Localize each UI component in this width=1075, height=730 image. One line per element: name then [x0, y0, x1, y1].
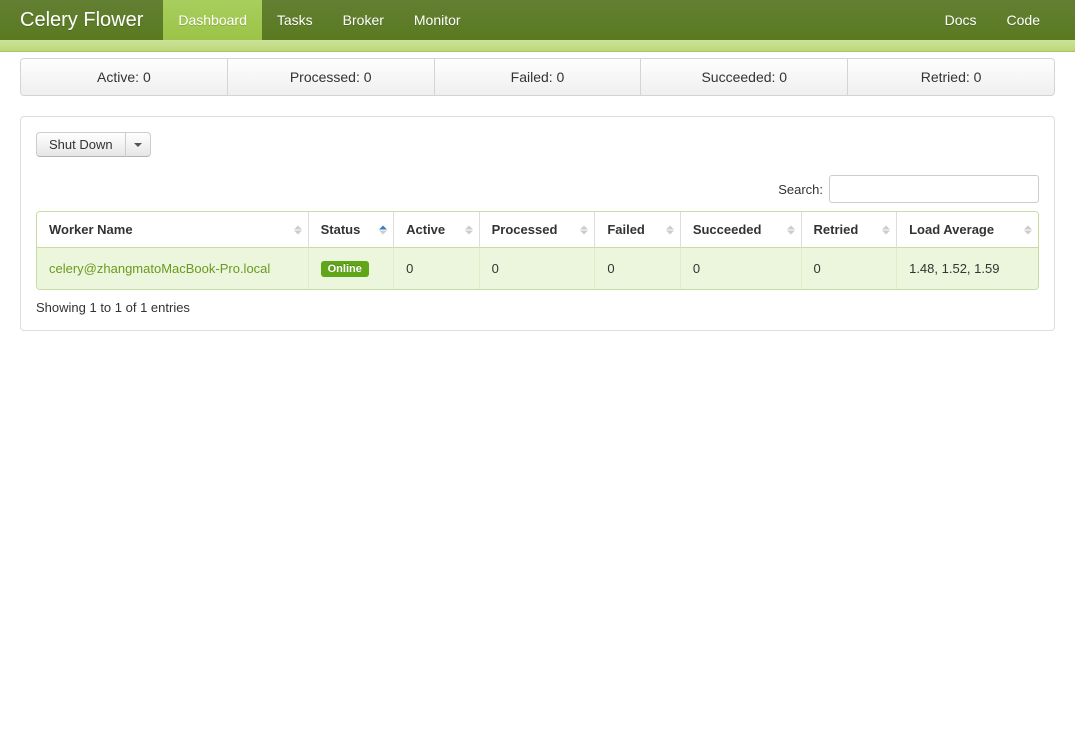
nav-left: Dashboard Tasks Broker Monitor	[163, 0, 475, 40]
nav-item-monitor[interactable]: Monitor	[399, 0, 476, 40]
cell-worker-name: celery@zhangmatoMacBook-Pro.local	[37, 248, 309, 289]
cell-processed: 0	[480, 248, 596, 289]
sort-icon	[379, 225, 387, 234]
caret-down-icon	[134, 143, 142, 147]
sort-icon	[294, 225, 302, 234]
sort-icon	[580, 225, 588, 234]
sort-icon	[787, 225, 795, 234]
th-retried[interactable]: Retried	[802, 212, 898, 248]
nav-item-code[interactable]: Code	[992, 0, 1055, 40]
th-retried-label: Retried	[814, 222, 859, 237]
th-worker-name-label: Worker Name	[49, 222, 133, 237]
stat-failed[interactable]: Failed: 0	[435, 59, 642, 95]
nav-item-tasks[interactable]: Tasks	[262, 0, 328, 40]
sort-icon	[882, 225, 890, 234]
cell-status: Online	[309, 248, 395, 289]
shutdown-group: Shut Down	[36, 132, 151, 157]
th-active[interactable]: Active	[394, 212, 480, 248]
th-status[interactable]: Status	[309, 212, 395, 248]
th-load-average[interactable]: Load Average	[897, 212, 1038, 248]
th-processed[interactable]: Processed	[480, 212, 596, 248]
stat-succeeded[interactable]: Succeeded: 0	[641, 59, 848, 95]
th-failed-label: Failed	[607, 222, 645, 237]
worker-link[interactable]: celery@zhangmatoMacBook-Pro.local	[49, 261, 270, 276]
navbar: Celery Flower Dashboard Tasks Broker Mon…	[0, 0, 1075, 40]
th-load-average-label: Load Average	[909, 222, 994, 237]
table-header-row: Worker Name Status Active Processed Fail…	[37, 212, 1038, 248]
nav-item-dashboard[interactable]: Dashboard	[163, 0, 262, 40]
th-processed-label: Processed	[492, 222, 558, 237]
sort-icon	[465, 225, 473, 234]
cell-retried: 0	[802, 248, 898, 289]
th-active-label: Active	[406, 222, 445, 237]
cell-active: 0	[394, 248, 480, 289]
workers-table: Worker Name Status Active Processed Fail…	[36, 211, 1039, 290]
th-succeeded-label: Succeeded	[693, 222, 762, 237]
th-status-label: Status	[321, 222, 361, 237]
search-row: Search:	[36, 175, 1039, 203]
th-succeeded[interactable]: Succeeded	[681, 212, 802, 248]
nav-right: Docs Code	[930, 0, 1055, 40]
subbar	[0, 40, 1075, 52]
stat-processed[interactable]: Processed: 0	[228, 59, 435, 95]
table-info: Showing 1 to 1 of 1 entries	[36, 300, 1039, 315]
shutdown-button[interactable]: Shut Down	[36, 132, 126, 157]
search-label: Search:	[778, 182, 823, 197]
nav-item-docs[interactable]: Docs	[930, 0, 992, 40]
shutdown-dropdown-toggle[interactable]	[126, 132, 151, 157]
stats-row: Active: 0 Processed: 0 Failed: 0 Succeed…	[20, 58, 1055, 96]
brand[interactable]: Celery Flower	[20, 0, 163, 40]
sort-icon	[666, 225, 674, 234]
stat-retried[interactable]: Retried: 0	[848, 59, 1054, 95]
search-input[interactable]	[829, 175, 1039, 203]
nav-item-broker[interactable]: Broker	[328, 0, 399, 40]
table-row: celery@zhangmatoMacBook-Pro.local Online…	[37, 248, 1038, 289]
cell-succeeded: 0	[681, 248, 802, 289]
th-failed[interactable]: Failed	[595, 212, 681, 248]
th-worker-name[interactable]: Worker Name	[37, 212, 309, 248]
status-badge: Online	[321, 261, 369, 277]
sort-icon	[1024, 225, 1032, 234]
cell-failed: 0	[595, 248, 681, 289]
workers-panel: Shut Down Search: Worker Name Status Act…	[20, 116, 1055, 331]
stat-active[interactable]: Active: 0	[21, 59, 228, 95]
cell-load-average: 1.48, 1.52, 1.59	[897, 248, 1038, 289]
